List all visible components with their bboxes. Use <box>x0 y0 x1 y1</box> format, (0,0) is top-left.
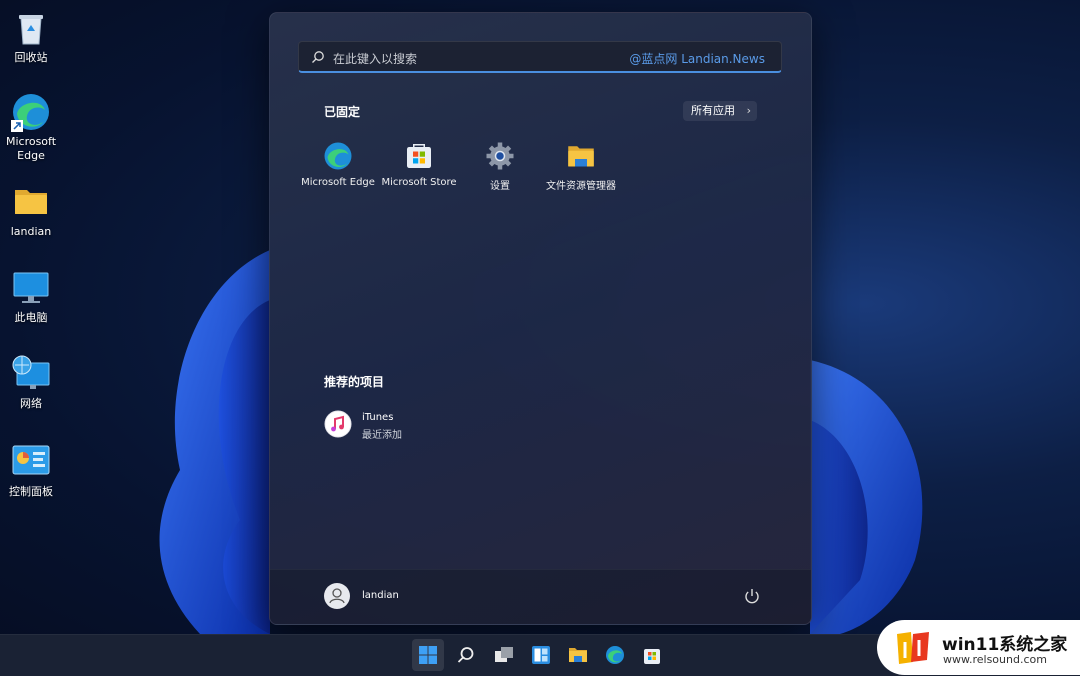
file-explorer-icon <box>569 648 587 662</box>
user-name: landian <box>362 590 399 601</box>
desktop-icon-edge[interactable]: Microsoft Edge <box>2 92 60 163</box>
avatar <box>324 583 350 609</box>
start-menu: 在此键入以搜索 @蓝点网 Landian.News 已固定 所有应用 › Mic… <box>269 12 812 625</box>
edge-icon <box>11 94 49 132</box>
store-icon <box>644 649 660 664</box>
start-footer: landian <box>270 569 811 624</box>
itunes-icon <box>324 410 352 438</box>
store-icon <box>407 144 431 168</box>
pinned-app-label: 文件资源管理器 <box>546 181 616 192</box>
search-placeholder: 在此键入以搜索 <box>333 52 418 66</box>
control-panel-icon <box>12 445 50 475</box>
search-icon <box>312 51 324 63</box>
search-watermark: @蓝点网 Landian.News <box>629 52 765 66</box>
pinned-app-file-explorer[interactable]: 文件资源管理器 <box>540 137 622 192</box>
user-icon <box>329 588 345 604</box>
desktop-icon-label: 回收站 <box>14 51 48 64</box>
taskbar-store[interactable] <box>636 639 668 671</box>
all-apps-label: 所有应用 <box>691 104 735 117</box>
computer-icon <box>13 272 49 303</box>
folder-icon <box>15 190 47 214</box>
search-input[interactable]: 在此键入以搜索 @蓝点网 Landian.News <box>298 41 782 73</box>
edge-icon <box>324 142 352 170</box>
pinned-app-settings[interactable]: 设置 <box>459 137 541 192</box>
desktop-icon-label: 控制面板 <box>9 485 53 498</box>
network-icon <box>12 355 50 389</box>
desktop-icon-landian[interactable]: landian <box>2 182 60 239</box>
pinned-title: 已固定 <box>324 105 361 119</box>
desktop-icon-label: Microsoft Edge <box>5 135 57 162</box>
recommended-item-sub: 最近添加 <box>362 430 402 441</box>
pinned-app-edge[interactable]: Microsoft Edge <box>297 137 379 188</box>
site-badge-title: win11系统之家 <box>942 635 1068 655</box>
power-icon[interactable] <box>743 587 761 605</box>
site-badge-url: www.relsound.com <box>943 653 1047 666</box>
taskbar-file-explorer[interactable] <box>562 639 594 671</box>
all-apps-button[interactable]: 所有应用 › <box>683 101 757 121</box>
desktop-icon-label: 此电脑 <box>14 311 48 324</box>
desktop-icon-recycle-bin[interactable]: 回收站 <box>2 8 60 65</box>
pinned-app-label: Microsoft Edge <box>301 177 375 188</box>
task-view-button[interactable] <box>488 639 520 671</box>
settings-icon <box>486 142 514 170</box>
edge-icon <box>606 646 624 664</box>
widgets-icon <box>532 646 550 664</box>
desktop-icon-control-panel[interactable]: 控制面板 <box>2 442 60 499</box>
recycle-bin-icon <box>19 15 43 45</box>
taskbar-search-button[interactable] <box>450 639 482 671</box>
search-icon <box>457 647 474 663</box>
start-button[interactable] <box>412 639 444 671</box>
site-badge: win11系统之家 www.relsound.com <box>877 620 1080 675</box>
desktop-icon-label: 网络 <box>20 397 42 410</box>
file-explorer-icon <box>568 146 594 167</box>
win11-logo-icon <box>897 632 929 664</box>
taskbar-edge[interactable] <box>599 639 631 671</box>
recommended-title: 推荐的项目 <box>324 375 385 389</box>
start-icon <box>419 646 437 664</box>
recommended-item-itunes[interactable]: iTunes 最近添加 <box>324 410 524 441</box>
chevron-right-icon: › <box>746 104 751 117</box>
widgets-button[interactable] <box>525 639 557 671</box>
pinned-app-label: Microsoft Store <box>381 177 457 188</box>
recommended-item-name: iTunes <box>362 412 394 423</box>
desktop-icon-label: landian <box>10 225 52 238</box>
task-view-icon <box>495 647 513 662</box>
desktop-icon-network[interactable]: 网络 <box>2 354 60 411</box>
desktop-icon-this-pc[interactable]: 此电脑 <box>2 268 60 325</box>
pinned-app-label: 设置 <box>490 181 510 192</box>
pinned-app-store[interactable]: Microsoft Store <box>378 137 460 188</box>
